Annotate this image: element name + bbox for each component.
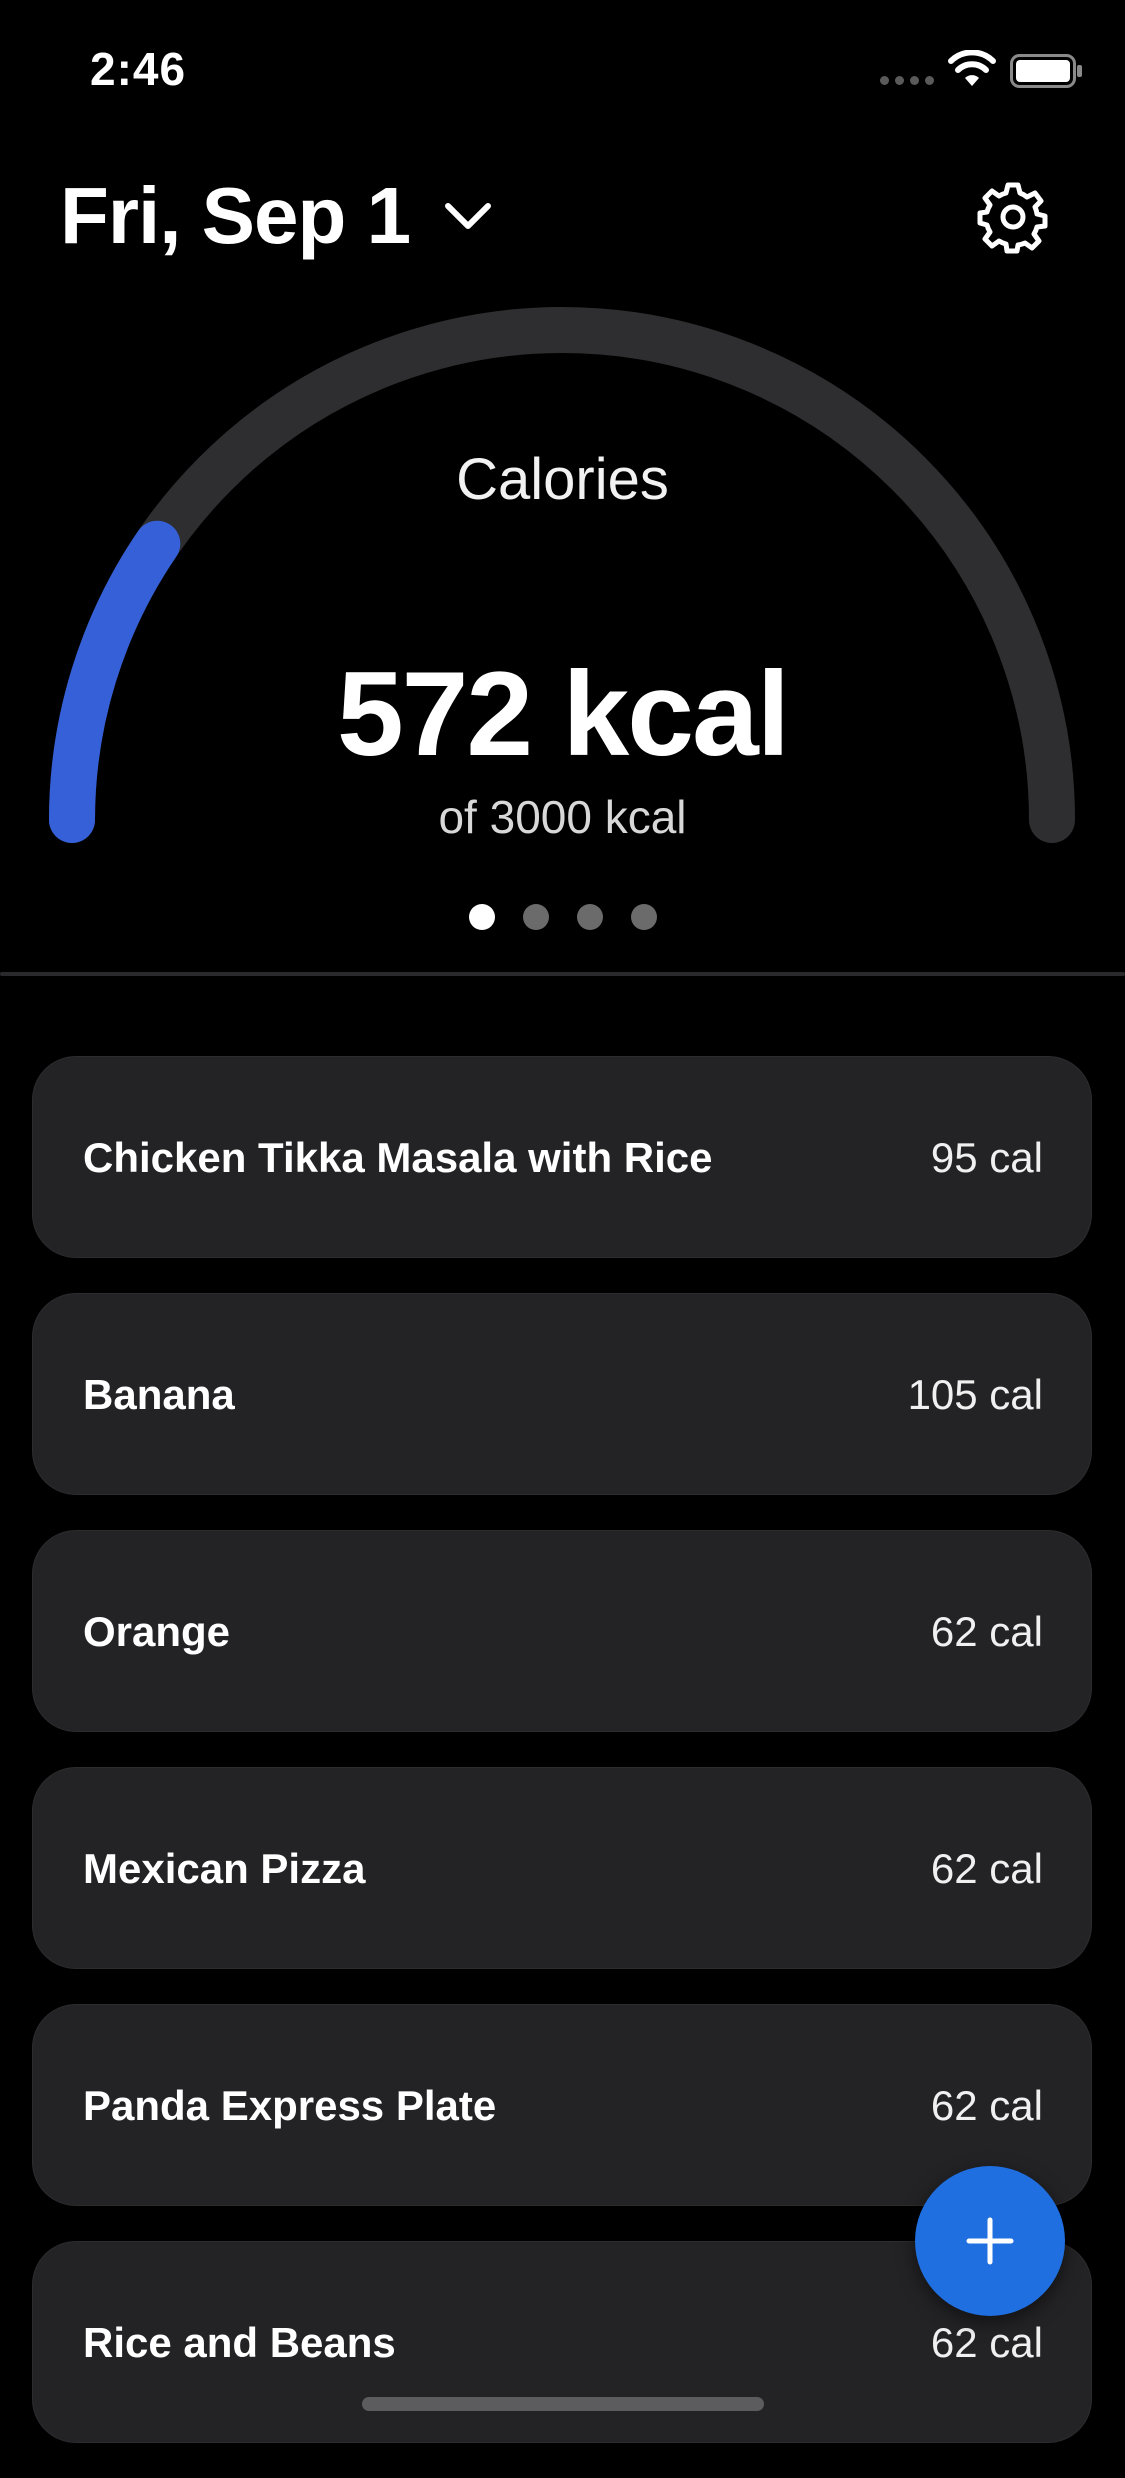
add-food-button[interactable] — [915, 2166, 1065, 2316]
food-item-calories: 95 cal — [930, 1134, 1043, 1181]
page-dot[interactable] — [522, 904, 549, 930]
food-item-card[interactable]: Chicken Tikka Masala with Rice 95 cal — [32, 1056, 1092, 1258]
food-item-name: Rice and Beans — [83, 2319, 396, 2366]
wifi-icon — [948, 50, 996, 86]
gauge-label: Calories — [456, 447, 669, 512]
food-item-card[interactable]: Banana 105 cal — [32, 1293, 1092, 1495]
food-item-card[interactable]: Orange 62 cal — [32, 1530, 1092, 1732]
food-item-card[interactable]: Mexican Pizza 62 cal — [32, 1767, 1092, 1969]
chevron-down-icon[interactable] — [438, 192, 498, 242]
food-item-calories: 62 cal — [930, 1845, 1043, 1892]
page-dot[interactable] — [468, 904, 495, 930]
food-item-name: Orange — [83, 1608, 231, 1655]
page-dot[interactable] — [630, 904, 657, 930]
divider — [0, 972, 1125, 976]
food-item-name: Banana — [83, 1371, 235, 1418]
home-indicator[interactable] — [362, 2397, 764, 2411]
date-title[interactable]: Fri, Sep 1 — [60, 170, 411, 262]
food-item-card[interactable]: Panda Express Plate 62 cal — [32, 2004, 1092, 2206]
plus-icon — [966, 2217, 1014, 2265]
calorie-gauge[interactable]: Calories 572 kcal of 3000 kcal — [0, 300, 1125, 960]
battery-icon — [1010, 54, 1082, 88]
gear-icon[interactable] — [976, 180, 1050, 254]
food-item-name: Chicken Tikka Masala with Rice — [83, 1134, 713, 1181]
signal-dots-icon — [880, 76, 934, 86]
food-item-name: Panda Express Plate — [83, 2082, 497, 2129]
page-indicator[interactable] — [0, 904, 1125, 934]
food-item-calories: 105 cal — [907, 1371, 1043, 1418]
status-time: 2:46 — [90, 43, 187, 95]
gauge-goal: of 3000 kcal — [438, 791, 687, 843]
header: Fri, Sep 1 — [0, 150, 1125, 280]
status-bar: 2:46 — [0, 0, 1125, 140]
food-item-name: Mexican Pizza — [83, 1845, 366, 1892]
page-dot[interactable] — [576, 904, 603, 930]
food-item-calories: 62 cal — [930, 1608, 1043, 1655]
gauge-value: 572 kcal — [336, 647, 790, 781]
